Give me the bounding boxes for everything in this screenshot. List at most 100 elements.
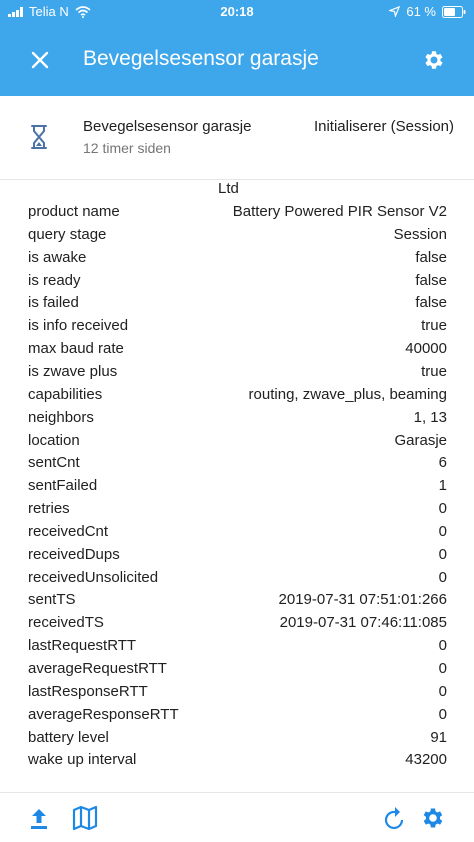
refresh-icon	[384, 807, 404, 829]
attribute-value: 2019-07-31 07:51:01:266	[278, 591, 447, 609]
attribute-row: lastResponseRTT 0	[28, 683, 447, 705]
close-button[interactable]	[22, 42, 58, 78]
attribute-value: 43200	[405, 751, 447, 769]
attribute-value: Battery Powered PIR Sensor V2	[232, 203, 447, 220]
attribute-row: capabilities routing, zwave_plus, beaming	[28, 386, 447, 408]
node-name: Bevegelsesensor garasje	[83, 118, 252, 135]
battery-percent: 61 %	[406, 4, 436, 19]
bottom-toolbar	[0, 792, 474, 842]
attribute-row: is zwave plus true	[28, 363, 447, 385]
status-bar: Telia N 20:18 61 %	[0, 0, 474, 24]
attribute-row: sentCnt 6	[28, 454, 447, 476]
settings-button[interactable]	[416, 42, 452, 78]
node-settings-button[interactable]	[416, 801, 450, 835]
attribute-value: 1	[438, 477, 447, 495]
attribute-key: location	[28, 431, 80, 449]
attribute-value: 0	[438, 682, 447, 700]
attribute-value: routing, zwave_plus, beaming	[248, 385, 447, 403]
attribute-key: lastRequestRTT	[28, 637, 137, 655]
location-arrow-icon	[389, 6, 401, 17]
attribute-key: averageResponseRTT	[28, 705, 179, 723]
attribute-key: capabilities	[28, 385, 103, 403]
close-icon	[31, 51, 49, 69]
attribute-key: neighbors	[28, 408, 94, 426]
attribute-row: retries 0	[28, 500, 447, 522]
attribute-key: receivedCnt	[28, 522, 109, 540]
attribute-value: Session	[393, 225, 447, 243]
attributes-list[interactable]: Ltd product name Battery Powered PIR Sens…	[0, 180, 474, 792]
node-status: Initialiserer (Session)	[313, 118, 454, 135]
attribute-key: receivedDups	[28, 545, 120, 563]
attribute-row: lastRequestRTT 0	[28, 637, 447, 659]
attribute-value: Garasje	[394, 431, 447, 449]
hourglass-icon	[31, 125, 47, 149]
attribute-row: is info received true	[28, 317, 447, 339]
attribute-value: 0	[438, 500, 447, 518]
attribute-row: receivedUnsolicited 0	[28, 569, 447, 591]
refresh-button[interactable]	[378, 801, 412, 835]
attribute-row: max baud rate 40000	[28, 340, 447, 362]
attribute-key: is awake	[28, 248, 87, 266]
attribute-value: true	[421, 362, 447, 380]
attribute-value: 0	[438, 568, 447, 586]
attribute-value: true	[421, 317, 447, 335]
attribute-value: 0	[438, 545, 447, 563]
attribute-key: is failed	[28, 294, 79, 312]
attribute-row: location Garasje	[28, 432, 447, 454]
attribute-key: retries	[28, 500, 70, 518]
attribute-key: battery level	[28, 728, 109, 746]
gear-icon	[425, 51, 443, 69]
attribute-value: 91	[430, 728, 447, 746]
map-button[interactable]	[68, 801, 102, 835]
attribute-value: false	[415, 271, 447, 289]
attribute-key: is zwave plus	[28, 362, 118, 380]
attribute-value: 1, 13	[413, 408, 447, 426]
attribute-value: 0	[438, 660, 447, 677]
attribute-value: 40000	[405, 340, 447, 358]
battery-icon	[442, 5, 466, 18]
attribute-value: 0	[438, 637, 447, 655]
gear-icon	[423, 808, 443, 828]
attribute-row: averageResponseRTT 0	[28, 706, 447, 728]
attribute-row: averageRequestRTT 0	[28, 660, 447, 682]
attribute-key: sentTS	[28, 591, 76, 609]
attribute-key: query stage	[28, 225, 107, 243]
attribute-row: is ready false	[28, 272, 447, 294]
upload-button[interactable]	[22, 801, 56, 835]
attribute-value: 0	[438, 522, 447, 540]
attribute-key: sentCnt	[28, 454, 80, 472]
attribute-key: is ready	[28, 271, 81, 289]
attribute-row: sentTS 2019-07-31 07:51:01:266	[28, 591, 447, 613]
attribute-value-cutoff: Ltd	[218, 180, 239, 197]
attribute-key: max baud rate	[28, 340, 124, 358]
attribute-key: is info received	[28, 317, 129, 335]
attribute-key: receivedUnsolicited	[28, 568, 159, 586]
app-bar: Bevegelsesensor garasje	[0, 24, 474, 96]
attribute-row: battery level 91	[28, 729, 447, 751]
attribute-key: product name	[28, 203, 120, 220]
attribute-value: false	[415, 294, 447, 312]
attribute-row: wake up interval 43200	[28, 751, 447, 773]
attribute-key: receivedTS	[28, 614, 104, 632]
attribute-row: sentFailed 1	[28, 477, 447, 499]
attribute-row: is failed false	[28, 294, 447, 316]
attribute-row: neighbors 1, 13	[28, 409, 447, 431]
attribute-key: sentFailed	[28, 477, 98, 495]
attribute-row: product name Battery Powered PIR Sensor V…	[28, 203, 447, 225]
attribute-key: lastResponseRTT	[28, 682, 148, 700]
upload-icon	[31, 809, 47, 829]
node-header[interactable]: Bevegelsesensor garasje 12 timer siden I…	[0, 96, 474, 180]
attribute-row: receivedCnt 0	[28, 523, 447, 545]
attribute-row: receivedDups 0	[28, 546, 447, 568]
attribute-row: receivedTS 2019-07-31 07:46:11:085	[28, 614, 447, 636]
attribute-key: averageRequestRTT	[28, 660, 167, 677]
attribute-value: false	[415, 248, 447, 266]
attribute-value: 2019-07-31 07:46:11:085	[279, 614, 447, 632]
page-title: Bevegelsesensor garasje	[83, 47, 319, 70]
node-last-seen: 12 timer siden	[83, 140, 171, 156]
status-right: 61 %	[389, 4, 466, 19]
attribute-value: 6	[438, 454, 447, 472]
attribute-row: query stage Session	[28, 226, 447, 248]
attribute-value: 0	[438, 705, 447, 723]
attribute-row: is awake false	[28, 249, 447, 271]
